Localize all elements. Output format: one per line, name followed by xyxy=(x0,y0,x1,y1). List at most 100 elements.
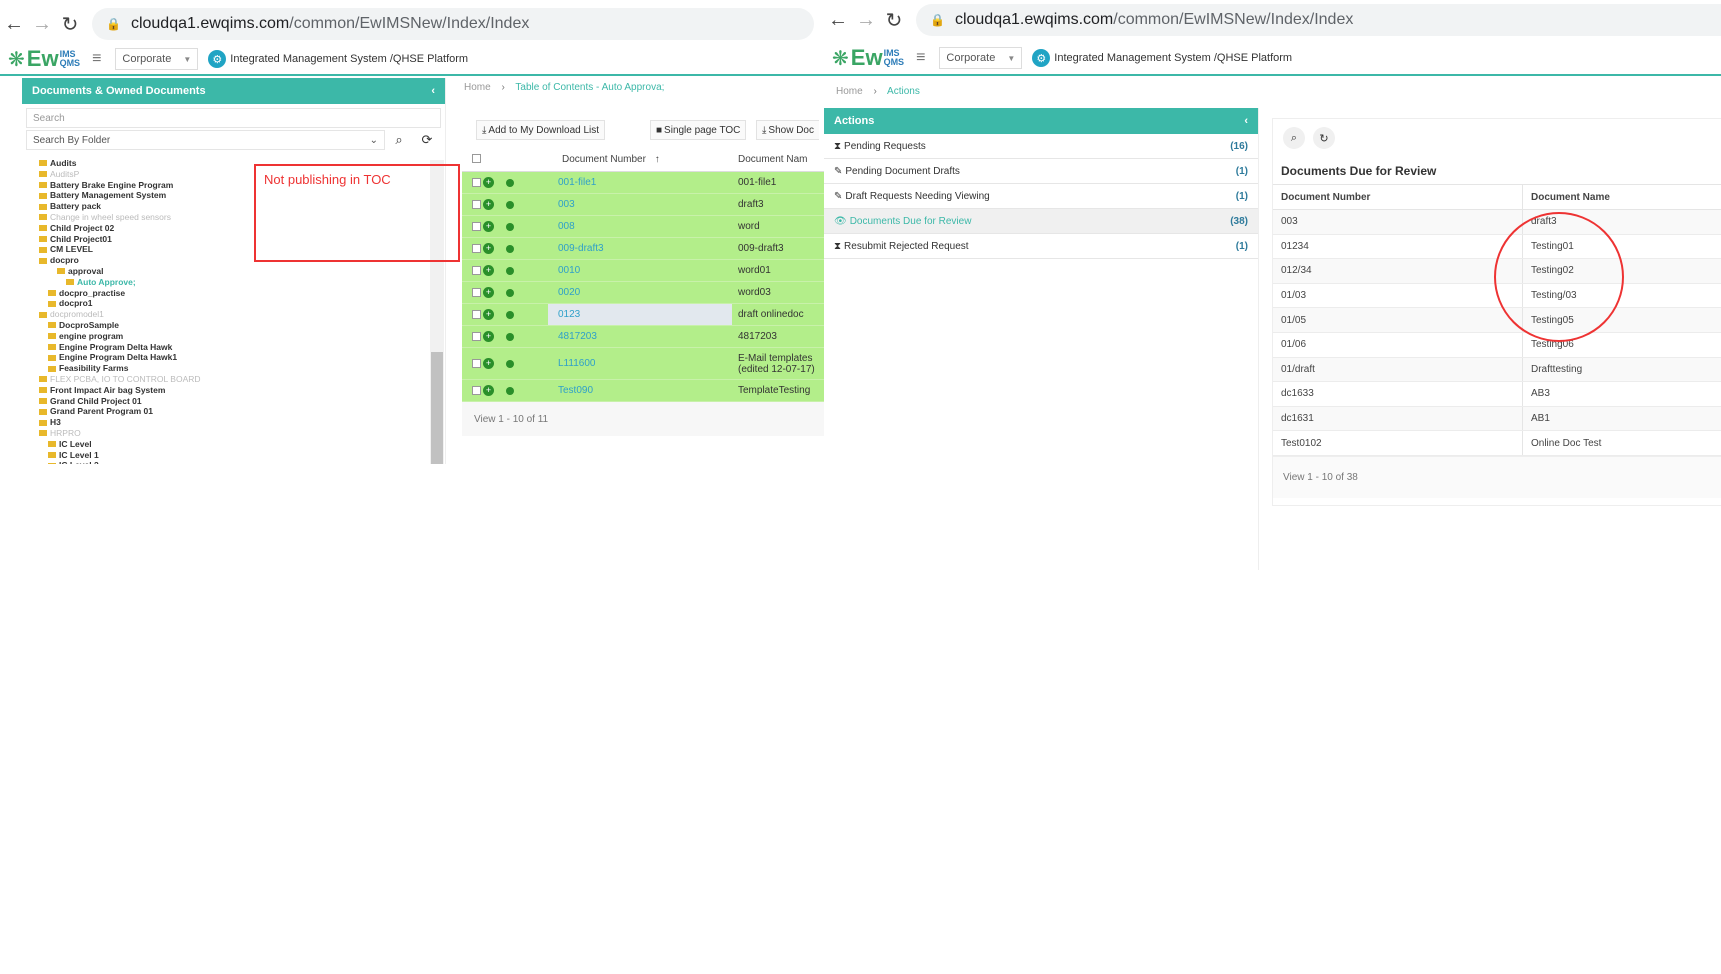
table-row[interactable]: +001-file1 001-file1 xyxy=(462,172,824,194)
back-arrow-icon[interactable]: ← xyxy=(824,9,852,32)
row-checkbox[interactable] xyxy=(472,288,481,297)
expand-plus-icon[interactable]: + xyxy=(483,358,494,369)
action-item[interactable]: ✎ Draft Requests Needing Viewing (1) xyxy=(824,184,1258,209)
action-item[interactable]: ⧗ Resubmit Rejected Request (1) xyxy=(824,234,1258,259)
tree-item[interactable]: Auto Approve; xyxy=(30,277,410,288)
breadcrumb-current[interactable]: Table of Contents - Auto Approva; xyxy=(515,82,664,93)
row-checkbox[interactable] xyxy=(472,266,481,275)
tree-item[interactable]: Feasibility Farms xyxy=(30,363,410,374)
row-checkbox[interactable] xyxy=(472,310,481,319)
action-item[interactable]: ⧗ Pending Requests (16) xyxy=(824,134,1258,159)
table-row[interactable]: +008 word xyxy=(462,216,824,238)
tree-item[interactable]: engine program xyxy=(30,331,410,342)
table-row[interactable]: +0123 draft onlinedoc xyxy=(462,304,824,326)
table-row[interactable]: +009-draft3 009-draft3 xyxy=(462,238,824,260)
forward-arrow-icon[interactable]: → xyxy=(28,13,56,36)
ewqims-logo[interactable]: ❋ Ew IMS QMS xyxy=(8,46,80,72)
col-document-name[interactable]: Document Nam xyxy=(732,154,824,165)
action-item[interactable]: ✎ Pending Document Drafts (1) xyxy=(824,159,1258,184)
table-row[interactable]: +0020 word03 xyxy=(462,282,824,304)
tree-item[interactable]: Front Impact Air bag System xyxy=(30,385,410,396)
tree-item[interactable]: Engine Program Delta Hawk1 xyxy=(30,352,410,363)
tree-item[interactable]: docpro_practise xyxy=(30,288,410,299)
tree-scroll-thumb[interactable] xyxy=(431,352,443,464)
collapse-chevron-icon[interactable]: ‹ xyxy=(431,85,435,97)
tree-item[interactable]: FLEX PCBA, IO TO CONTROL BOARD xyxy=(30,374,410,385)
row-checkbox[interactable] xyxy=(472,222,481,231)
row-checkbox[interactable] xyxy=(472,386,481,395)
reload-icon[interactable]: ↻ xyxy=(880,8,908,33)
table-row[interactable]: 01/06 Testing06 xyxy=(1273,332,1721,358)
breadcrumb-home[interactable]: Home xyxy=(836,86,863,97)
tree-item[interactable]: HRPRO xyxy=(30,428,410,439)
tree-item[interactable]: docpromodel1 xyxy=(30,309,410,320)
col-document-number[interactable]: Document Number xyxy=(1273,185,1523,209)
refresh-icon[interactable]: ↻ xyxy=(1313,127,1335,149)
expand-plus-icon[interactable]: + xyxy=(483,385,494,396)
breadcrumb-home[interactable]: Home xyxy=(464,82,491,93)
expand-plus-icon[interactable]: + xyxy=(483,265,494,276)
row-checkbox[interactable] xyxy=(472,244,481,253)
row-checkbox[interactable] xyxy=(472,200,481,209)
document-number-link[interactable]: 009-draft3 xyxy=(548,238,732,259)
reload-icon[interactable]: ↻ xyxy=(56,12,84,37)
expand-plus-icon[interactable]: + xyxy=(483,221,494,232)
corporate-select[interactable]: Corporate ▼ xyxy=(939,47,1023,69)
collapse-chevron-icon[interactable]: ‹ xyxy=(1244,115,1248,127)
table-row[interactable]: Test0102 Online Doc Test xyxy=(1273,431,1721,456)
table-row[interactable]: dc1631 AB1 xyxy=(1273,406,1721,432)
action-item[interactable]: 👁 Documents Due for Review (38) xyxy=(824,209,1258,234)
back-arrow-icon[interactable]: ← xyxy=(0,13,28,36)
table-row[interactable]: 01/draft Drafttesting xyxy=(1273,357,1721,383)
add-to-download-list-button[interactable]: ⤓ Add to My Download List xyxy=(476,120,606,140)
tree-item[interactable]: Engine Program Delta Hawk xyxy=(30,342,410,353)
document-number-link[interactable]: 003 xyxy=(548,194,732,215)
ewqims-logo[interactable]: ❋ Ew IMS QMS xyxy=(832,45,904,71)
address-bar[interactable]: 🔒 cloudqa1.ewqims.com /common/EwIMSNew/I… xyxy=(916,4,1721,36)
table-row[interactable]: dc1633 AB3 xyxy=(1273,382,1721,407)
expand-plus-icon[interactable]: + xyxy=(483,243,494,254)
document-number-link[interactable]: 0123 xyxy=(548,304,732,325)
tree-item[interactable]: IC Level 2 xyxy=(30,460,410,464)
select-all-checkbox[interactable] xyxy=(472,153,481,163)
row-checkbox[interactable] xyxy=(472,178,481,187)
document-number-link[interactable]: 0020 xyxy=(548,282,732,303)
document-number-link[interactable]: 0010 xyxy=(548,260,732,281)
expand-plus-icon[interactable]: + xyxy=(483,309,494,320)
forward-arrow-icon[interactable]: → xyxy=(852,9,880,32)
col-document-name[interactable]: Document Name xyxy=(1523,192,1721,203)
row-checkbox[interactable] xyxy=(472,359,481,368)
tree-item[interactable]: H3 xyxy=(30,417,410,428)
tree-item[interactable]: Grand Parent Program 01 xyxy=(30,406,410,417)
document-number-link[interactable]: 4817203 xyxy=(548,326,732,347)
address-bar[interactable]: 🔒 cloudqa1.ewqims.com /common/EwIMSNew/I… xyxy=(92,8,814,40)
table-row[interactable]: +0010 word01 xyxy=(462,260,824,282)
folder-search-select[interactable]: Search By Folder ⌄ xyxy=(26,130,385,150)
document-number-link[interactable]: 001-file1 xyxy=(548,172,732,193)
corporate-select[interactable]: Corporate ▼ xyxy=(115,48,199,70)
breadcrumb-current[interactable]: Actions xyxy=(887,86,920,97)
document-number-link[interactable]: 008 xyxy=(548,216,732,237)
search-icon[interactable]: ⌕ xyxy=(1283,127,1305,149)
show-doc-button[interactable]: ⤓ Show Doc xyxy=(756,120,819,140)
expand-plus-icon[interactable]: + xyxy=(483,177,494,188)
sidebar-search-input[interactable]: Search xyxy=(26,108,441,128)
document-number-link[interactable]: Test090 xyxy=(548,380,732,401)
expand-plus-icon[interactable]: + xyxy=(483,287,494,298)
expand-plus-icon[interactable]: + xyxy=(483,199,494,210)
tree-item[interactable]: IC Level xyxy=(30,439,410,450)
table-row[interactable]: +003 draft3 xyxy=(462,194,824,216)
table-row[interactable]: + Test090 TemplateTesting xyxy=(462,380,824,402)
menu-icon[interactable]: ≡ xyxy=(92,50,101,68)
single-page-toc-button[interactable]: ■ Single page TOC xyxy=(650,120,747,140)
tree-item[interactable]: DocproSample xyxy=(30,320,410,331)
expand-plus-icon[interactable]: + xyxy=(483,331,494,342)
tree-item[interactable]: approval xyxy=(30,266,410,277)
table-row[interactable]: 01/05 Testing05 xyxy=(1273,308,1721,333)
table-row[interactable]: + L111600 E-Mail templates (edited 12-07-1… xyxy=(462,348,824,380)
menu-icon[interactable]: ≡ xyxy=(916,49,925,67)
refresh-icon[interactable]: ⟳ xyxy=(413,132,441,148)
tree-item[interactable]: IC Level 1 xyxy=(30,450,410,461)
col-document-number[interactable]: Document Number ↑ xyxy=(548,154,732,165)
table-row[interactable]: +4817203 4817203 xyxy=(462,326,824,348)
